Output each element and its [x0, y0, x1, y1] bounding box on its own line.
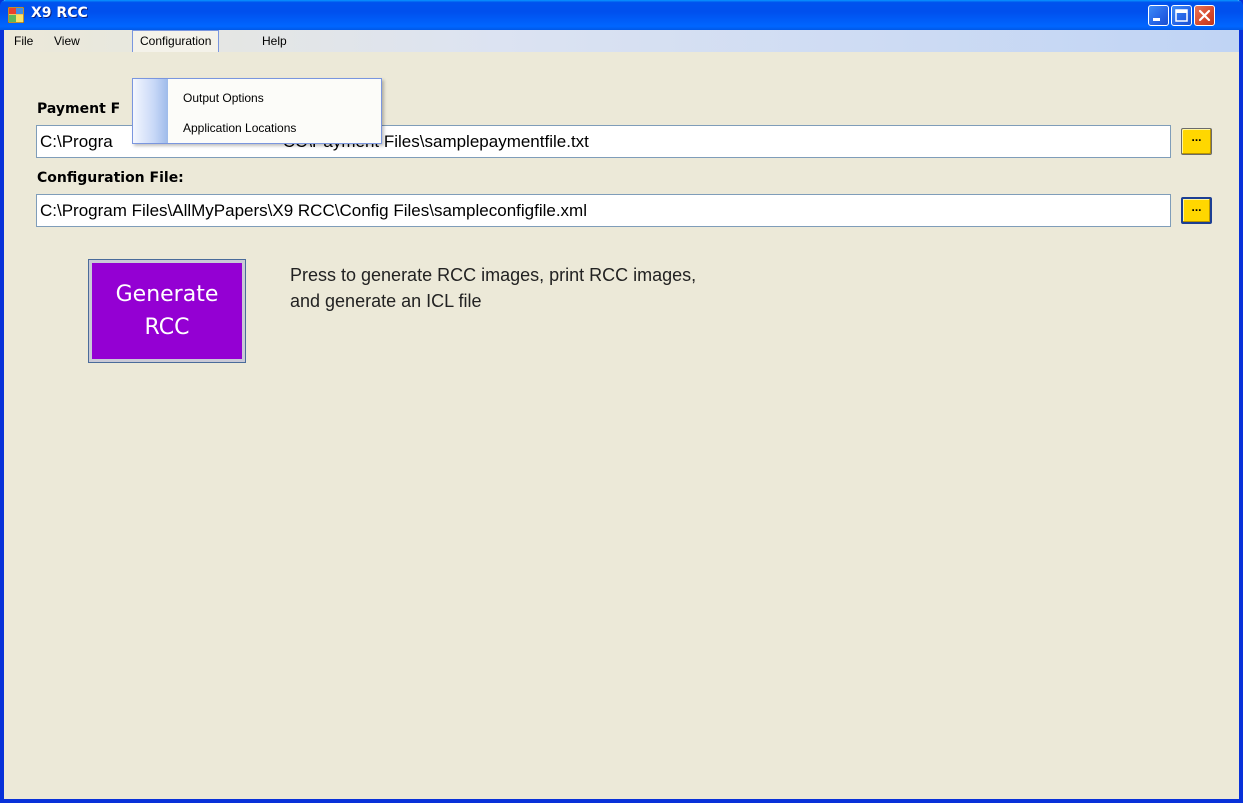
generate-hint-line2: and generate an ICL file	[290, 291, 482, 311]
configuration-file-input[interactable]	[36, 194, 1171, 227]
minimize-icon	[1153, 18, 1160, 21]
maximize-icon	[1175, 9, 1188, 22]
configuration-file-browse-button[interactable]: ...	[1181, 197, 1212, 224]
menu-view[interactable]: View	[47, 30, 87, 52]
menu-application-locations[interactable]: Application Locations	[183, 117, 296, 139]
generate-button-line1: Generate	[115, 282, 219, 307]
menu-file[interactable]: File	[7, 30, 40, 52]
configuration-dropdown: Output Options Application Locations	[132, 78, 382, 144]
generate-rcc-button[interactable]: Generate RCC	[88, 259, 246, 363]
window-title: X9 RCC	[31, 5, 88, 21]
configuration-file-label: Configuration File:	[37, 170, 184, 186]
title-bar[interactable]: X9 RCC	[0, 0, 1243, 30]
dropdown-icon-rail	[133, 79, 168, 143]
close-icon	[1198, 9, 1211, 22]
close-button[interactable]	[1194, 5, 1215, 26]
generate-hint: Press to generate RCC images, print RCC …	[290, 262, 850, 314]
minimize-button[interactable]	[1148, 5, 1169, 26]
menu-help[interactable]: Help	[255, 30, 294, 52]
menu-configuration[interactable]: Configuration	[132, 30, 220, 52]
generate-hint-line1: Press to generate RCC images, print RCC …	[290, 265, 697, 285]
payment-file-browse-button[interactable]: ...	[1181, 128, 1212, 155]
app-icon	[7, 6, 25, 24]
generate-button-line2: RCC	[144, 315, 190, 340]
payment-file-label: Payment F	[37, 101, 121, 117]
maximize-button[interactable]	[1171, 5, 1192, 26]
menu-output-options[interactable]: Output Options	[183, 87, 264, 109]
